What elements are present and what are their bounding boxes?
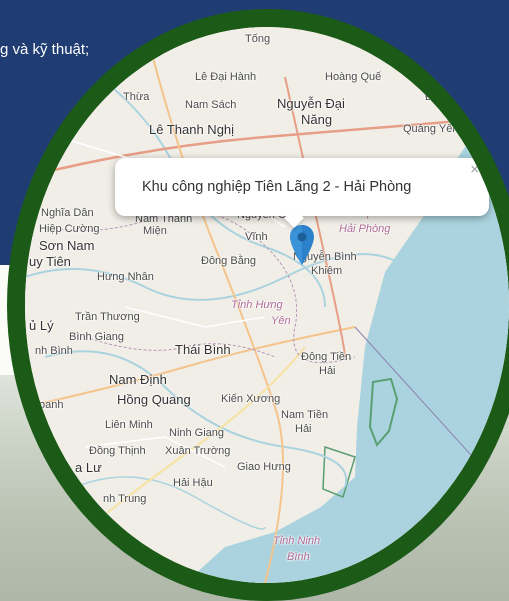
map-label-xuan-truong: Xuân Trường — [165, 445, 231, 457]
map-label-hoang-que: Hoàng Quế — [325, 71, 382, 83]
map-label-lien-minh: Liên Minh — [105, 419, 153, 431]
map-label-tinh-ninh: Tỉnh Ninh — [273, 535, 321, 547]
close-icon[interactable]: × — [470, 162, 479, 177]
map-label-hai-2: Hải — [319, 365, 336, 377]
map-label-tran-thuong: Trần Thương — [75, 311, 140, 323]
map-label-thai-binh: Thái Bình — [175, 342, 231, 357]
map-label-nang: Năng — [301, 112, 333, 127]
map-label-nam-tien: Nam Tiền — [281, 409, 329, 421]
map-label-son-nam: Sơn Nam — [39, 238, 95, 253]
popup-title: Khu công nghiệp Tiên Lãng 2 - Hải Phòng — [142, 179, 412, 195]
map-label-tong: Tống — [245, 33, 271, 45]
map-label-nghia-dan: Nghĩa Dân — [41, 207, 94, 219]
map-label-quang-yen: Quảng Yên — [403, 123, 459, 135]
map-label-dong-bang: Đông Bằng — [201, 255, 257, 267]
map-label-mien: Miện — [143, 225, 167, 237]
map-label-binh-giang: Bình Giang — [69, 331, 125, 343]
map-label-yen: Yên — [271, 315, 291, 327]
map-label-giao-hung: Giao Hưng — [237, 461, 291, 473]
map-label-hong-quang: Hồng Quang — [117, 392, 191, 407]
map-label-le-dai-hanh: Lê Đại Hành — [195, 71, 257, 83]
page: g và kỹ thuật; — [0, 0, 509, 601]
map-label-dong-tien: Đông Tiền — [301, 351, 352, 363]
map-label-hao: hào — [55, 119, 74, 131]
map-label-uy-tien: uy Tiên — [29, 254, 71, 269]
map-label-hai-hau: Hải Hậu — [173, 477, 213, 489]
map-label-a-lu: a Lư — [75, 460, 102, 475]
map-label-nh-binh: nh Bình — [35, 345, 73, 357]
map-frame-ring: Tống Lê Đại Hành Hoàng Quế Thừa Nam Sách… — [7, 9, 509, 601]
map-label-thua: Thừa — [123, 91, 150, 103]
map-label-hiep-cuong: Hiệp Cường — [39, 223, 100, 235]
map-popup: Khu công nghiệp Tiên Lãng 2 - Hải Phòng … — [115, 158, 489, 228]
map-label-nam-dinh: Nam Định — [109, 372, 167, 387]
map-label-hai-phong: Hải Phòng — [339, 223, 391, 235]
map-label-u-ly: ủ Lý — [29, 318, 54, 333]
map-view[interactable]: Tống Lê Đại Hành Hoàng Quế Thừa Nam Sách… — [25, 27, 509, 583]
location-pin-icon[interactable] — [290, 225, 314, 265]
map-label-nh-trung: nh Trung — [103, 493, 147, 505]
map-label-oanh: oanh — [39, 399, 64, 411]
map-label-le-thanh-nghi: Lê Thanh Nghị — [149, 122, 235, 137]
map-label-hai-3: Hải — [295, 423, 312, 435]
map-label-khiem: Khiêm — [311, 265, 343, 277]
map-label-nam-sach: Nam Sách — [185, 99, 237, 111]
map-label-ninh-giang: Ninh Giang — [169, 427, 225, 439]
map-label-dong-thinh: Đồng Thịnh — [89, 445, 146, 457]
map-label-binh: Bình — [287, 551, 310, 563]
map-label-tinh-hung: Tỉnh Hưng — [231, 299, 283, 311]
map-label-nguyen-dai: Nguyễn Đại — [277, 96, 345, 111]
map-label-kien-xuong: Kiến Xương — [221, 393, 281, 405]
map-label-hung-nhan: Hưng Nhân — [97, 271, 154, 283]
map-label-vinh: Vĩnh — [245, 231, 268, 243]
map-label-dong-m: Đông M — [425, 91, 464, 103]
